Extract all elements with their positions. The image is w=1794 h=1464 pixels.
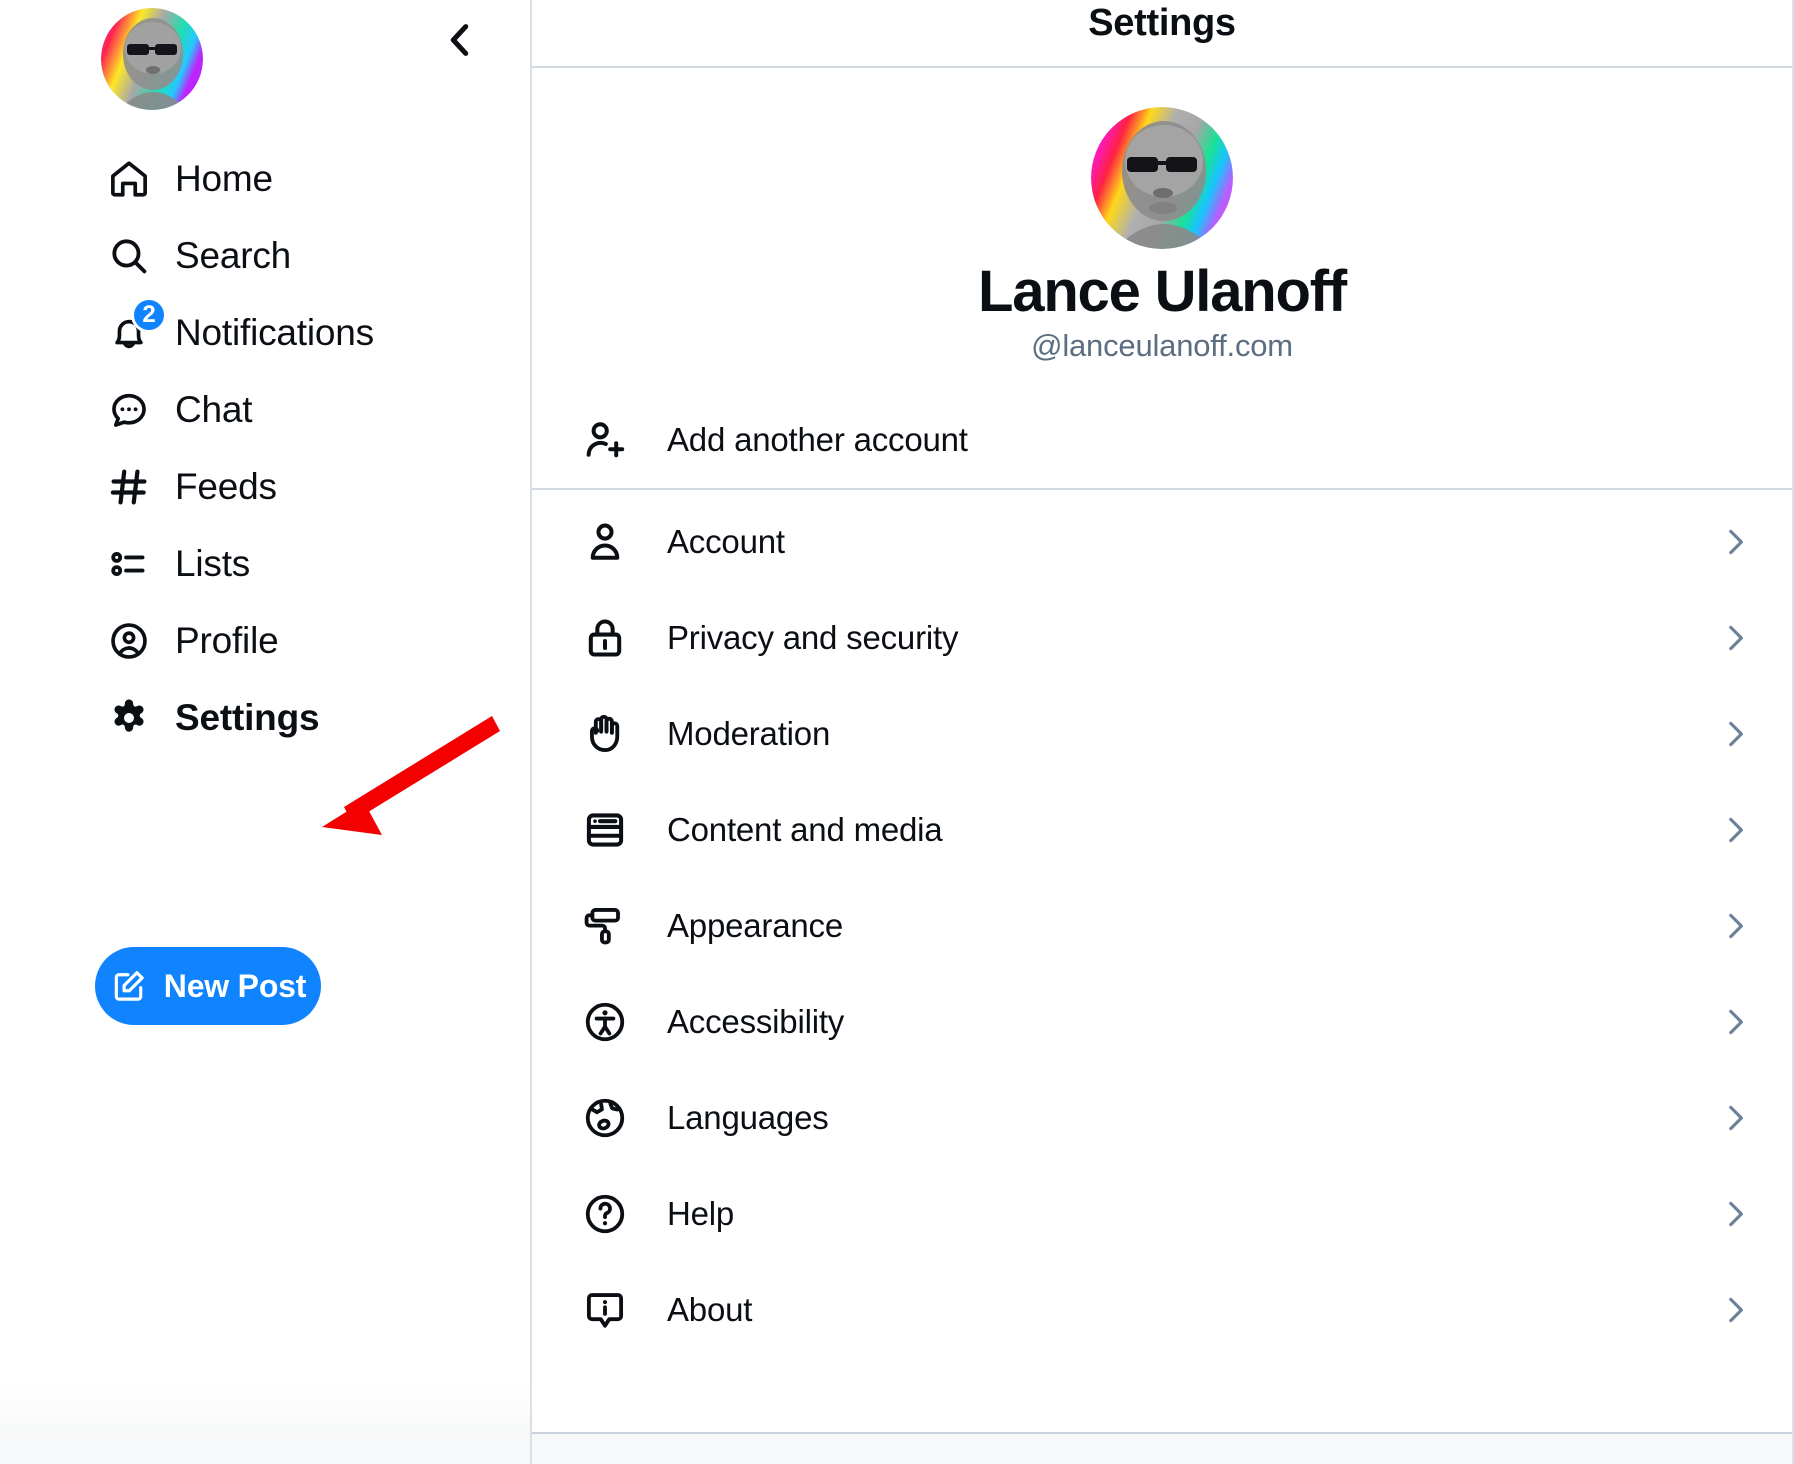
sidebar-item-notifications[interactable]: 2 Notifications (0, 294, 530, 371)
globe-icon (579, 1092, 631, 1144)
profile-avatar-image (1091, 107, 1233, 249)
page-title: Settings (1088, 2, 1236, 44)
sidebar-item-label: Home (175, 158, 273, 199)
settings-item-label: Help (667, 1194, 735, 1232)
settings-item-account[interactable]: Account (532, 494, 1792, 590)
sidebar-item-label: Notifications (175, 312, 374, 353)
settings-item-help[interactable]: Help (532, 1166, 1792, 1262)
sidebar-item-settings[interactable]: Settings (0, 679, 530, 756)
settings-item-content-and-media[interactable]: Content and media (532, 782, 1792, 878)
profile-display-name: Lance Ulanoff (978, 259, 1347, 324)
profile-summary: Lance Ulanoff @lanceulanoff.com (532, 68, 1792, 364)
home-icon (105, 155, 153, 203)
sidebar-item-search[interactable]: Search (0, 217, 530, 294)
window-icon (579, 804, 631, 856)
list-icon (105, 540, 153, 588)
panel-header: Settings (532, 0, 1792, 68)
avatar[interactable] (101, 8, 203, 110)
settings-item-label: Account (667, 522, 785, 560)
lock-icon (579, 612, 631, 664)
new-post-button[interactable]: New Post (95, 947, 321, 1025)
hashtag-icon (105, 463, 153, 511)
primary-nav: Home Search 2 Notifications Chat Feeds L… (0, 140, 530, 756)
profile-avatar[interactable] (1091, 107, 1233, 249)
chevron-right-icon (1718, 621, 1752, 655)
avatar-image (101, 8, 203, 110)
sidebar-item-home[interactable]: Home (0, 140, 530, 217)
hand-icon (579, 708, 631, 760)
user-plus-icon (579, 414, 631, 466)
settings-item-label: Accessibility (667, 1002, 845, 1040)
settings-panel: Settings Lance Ulanoff @lanceulanoff.com… (530, 0, 1794, 1464)
settings-item-label: Languages (667, 1098, 829, 1136)
chevron-left-icon (450, 24, 469, 56)
info-bubble-icon (579, 1284, 631, 1336)
settings-item-label: About (667, 1290, 753, 1328)
sidebar-item-profile[interactable]: Profile (0, 602, 530, 679)
sidebar-item-label: Feeds (175, 466, 277, 507)
add-another-account-button[interactable]: Add another account (532, 392, 1792, 488)
settings-item-label: Appearance (667, 906, 843, 944)
question-circle-icon (579, 1188, 631, 1240)
sidebar-item-label: Settings (175, 697, 320, 738)
chat-bubble-icon (105, 386, 153, 434)
collapse-sidebar-button[interactable] (430, 10, 490, 70)
sidebar-item-label: Chat (175, 389, 253, 430)
compose-icon (110, 967, 148, 1005)
sidebar-item-label: Lists (175, 543, 251, 584)
new-post-label: New Post (163, 967, 307, 1004)
settings-item-languages[interactable]: Languages (532, 1070, 1792, 1166)
chevron-right-icon (1718, 813, 1752, 847)
profile-handle: @lanceulanoff.com (1031, 327, 1293, 363)
chevron-right-icon (1718, 525, 1752, 559)
chevron-right-icon (1718, 1101, 1752, 1135)
sidebar-item-lists[interactable]: Lists (0, 525, 530, 602)
chevron-right-icon (1718, 1197, 1752, 1231)
person-icon (579, 516, 631, 568)
gear-icon (105, 694, 153, 742)
settings-item-moderation[interactable]: Moderation (532, 686, 1792, 782)
chevron-right-icon (1718, 909, 1752, 943)
settings-list: Account Privacy and security Moderation … (532, 490, 1792, 1358)
sidebar-item-label: Profile (175, 620, 279, 661)
sidebar-item-chat[interactable]: Chat (0, 371, 530, 448)
left-sidebar: Home Search 2 Notifications Chat Feeds L… (0, 0, 530, 1464)
app-root: Home Search 2 Notifications Chat Feeds L… (0, 0, 1794, 1464)
sidebar-bottom-fade (0, 1382, 530, 1464)
bell-icon: 2 (105, 296, 167, 357)
accessibility-icon (579, 996, 631, 1048)
chevron-right-icon (1718, 1005, 1752, 1039)
sidebar-item-feeds[interactable]: Feeds (0, 448, 530, 525)
notification-badge: 2 (131, 296, 167, 333)
settings-item-privacy-and-security[interactable]: Privacy and security (532, 590, 1792, 686)
settings-item-accessibility[interactable]: Accessibility (532, 974, 1792, 1070)
settings-item-label: Moderation (667, 714, 831, 752)
search-icon (105, 232, 153, 280)
paint-roller-icon (579, 900, 631, 952)
settings-item-label: Content and media (667, 810, 943, 848)
settings-item-appearance[interactable]: Appearance (532, 878, 1792, 974)
chevron-right-icon (1718, 1293, 1752, 1327)
panel-bottom-strip (532, 1432, 1792, 1464)
user-circle-icon (105, 617, 153, 665)
settings-item-about[interactable]: About (532, 1262, 1792, 1358)
add-another-account-label: Add another account (667, 420, 968, 458)
sidebar-item-label: Search (175, 235, 292, 276)
settings-item-label: Privacy and security (667, 618, 959, 656)
chevron-right-icon (1718, 717, 1752, 751)
